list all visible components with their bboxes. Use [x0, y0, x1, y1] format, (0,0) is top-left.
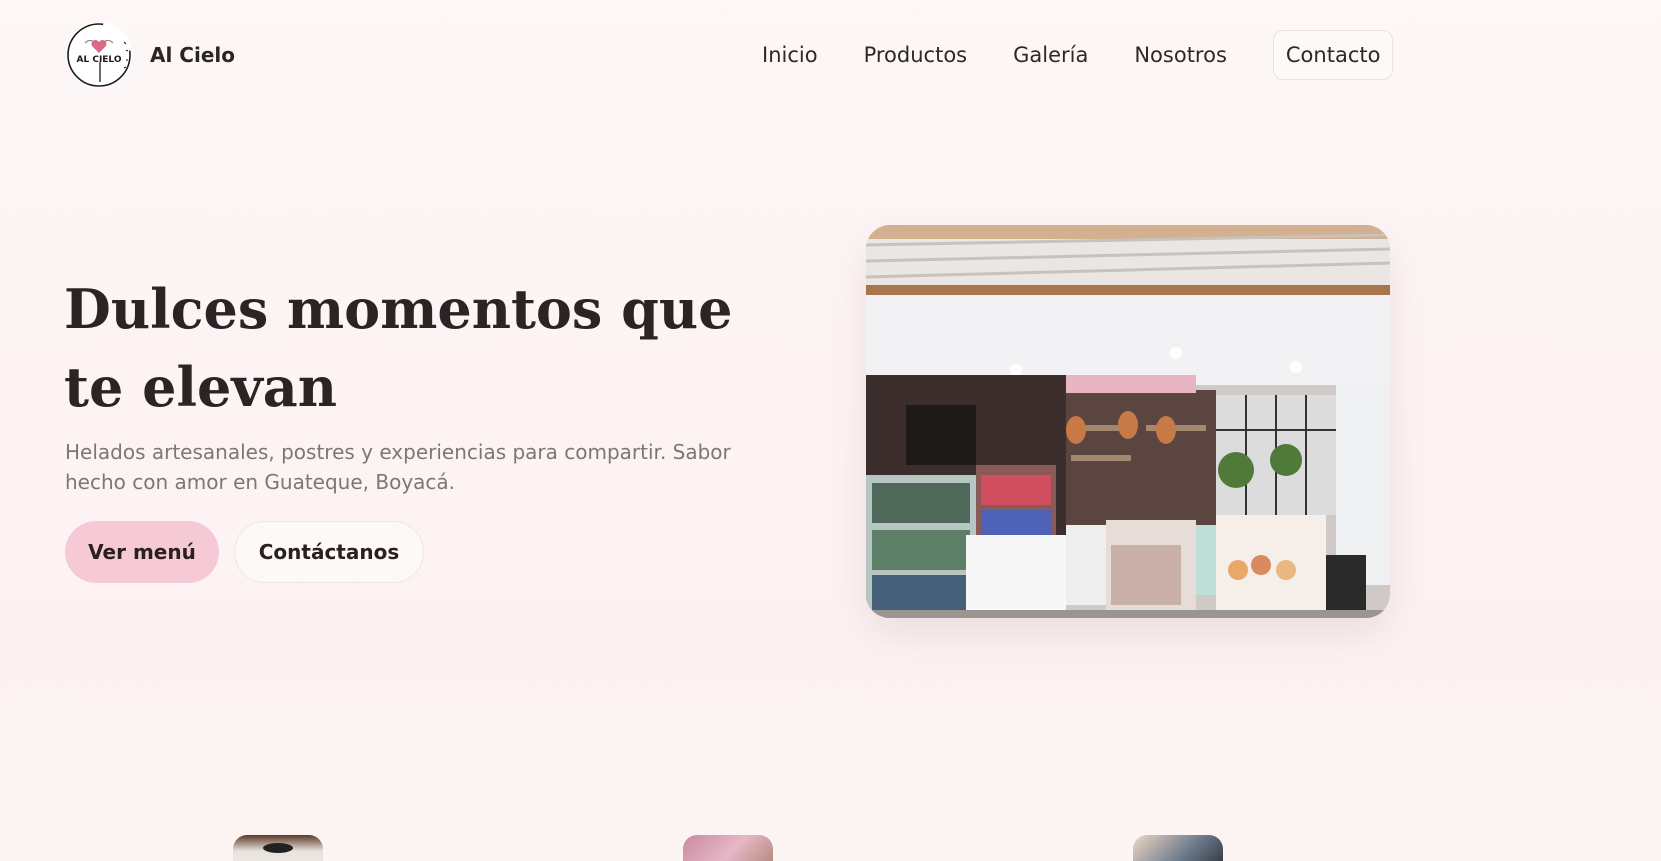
thumbnail-1-detail: [263, 843, 293, 853]
nav-link-contacto[interactable]: Contacto: [1272, 30, 1394, 80]
brand-name: Al Cielo: [150, 43, 235, 67]
nav-link-galeria[interactable]: Galería: [1013, 43, 1088, 67]
ver-menu-button[interactable]: Ver menú: [65, 521, 219, 583]
hero-storefront-photo: [866, 225, 1390, 618]
nav-link-inicio[interactable]: Inicio: [762, 43, 818, 67]
site-header: AL CIELO Al Cielo Inicio Productos Galer…: [0, 0, 1661, 110]
nav-link-nosotros[interactable]: Nosotros: [1134, 43, 1227, 67]
storefront-illustration: [866, 225, 1390, 618]
svg-text:AL CIELO: AL CIELO: [77, 55, 122, 65]
gallery-thumbnail-2[interactable]: [683, 835, 773, 861]
hero-subtitle: Helados artesanales, postres y experienc…: [65, 440, 731, 494]
main-nav: Inicio Productos Galería Nosotros Contac…: [762, 29, 1394, 81]
brand-logo: AL CIELO: [66, 22, 132, 88]
brand-logo-graphic: AL CIELO: [67, 23, 131, 87]
gallery-thumbnail-3[interactable]: [1133, 835, 1223, 861]
brand[interactable]: AL CIELO Al Cielo: [66, 22, 235, 88]
gallery-thumbnail-1[interactable]: [233, 835, 323, 861]
contactanos-button[interactable]: Contáctanos: [234, 521, 424, 583]
hero-title: Dulces momentos que te elevan: [64, 277, 733, 419]
nav-link-productos[interactable]: Productos: [864, 43, 968, 67]
